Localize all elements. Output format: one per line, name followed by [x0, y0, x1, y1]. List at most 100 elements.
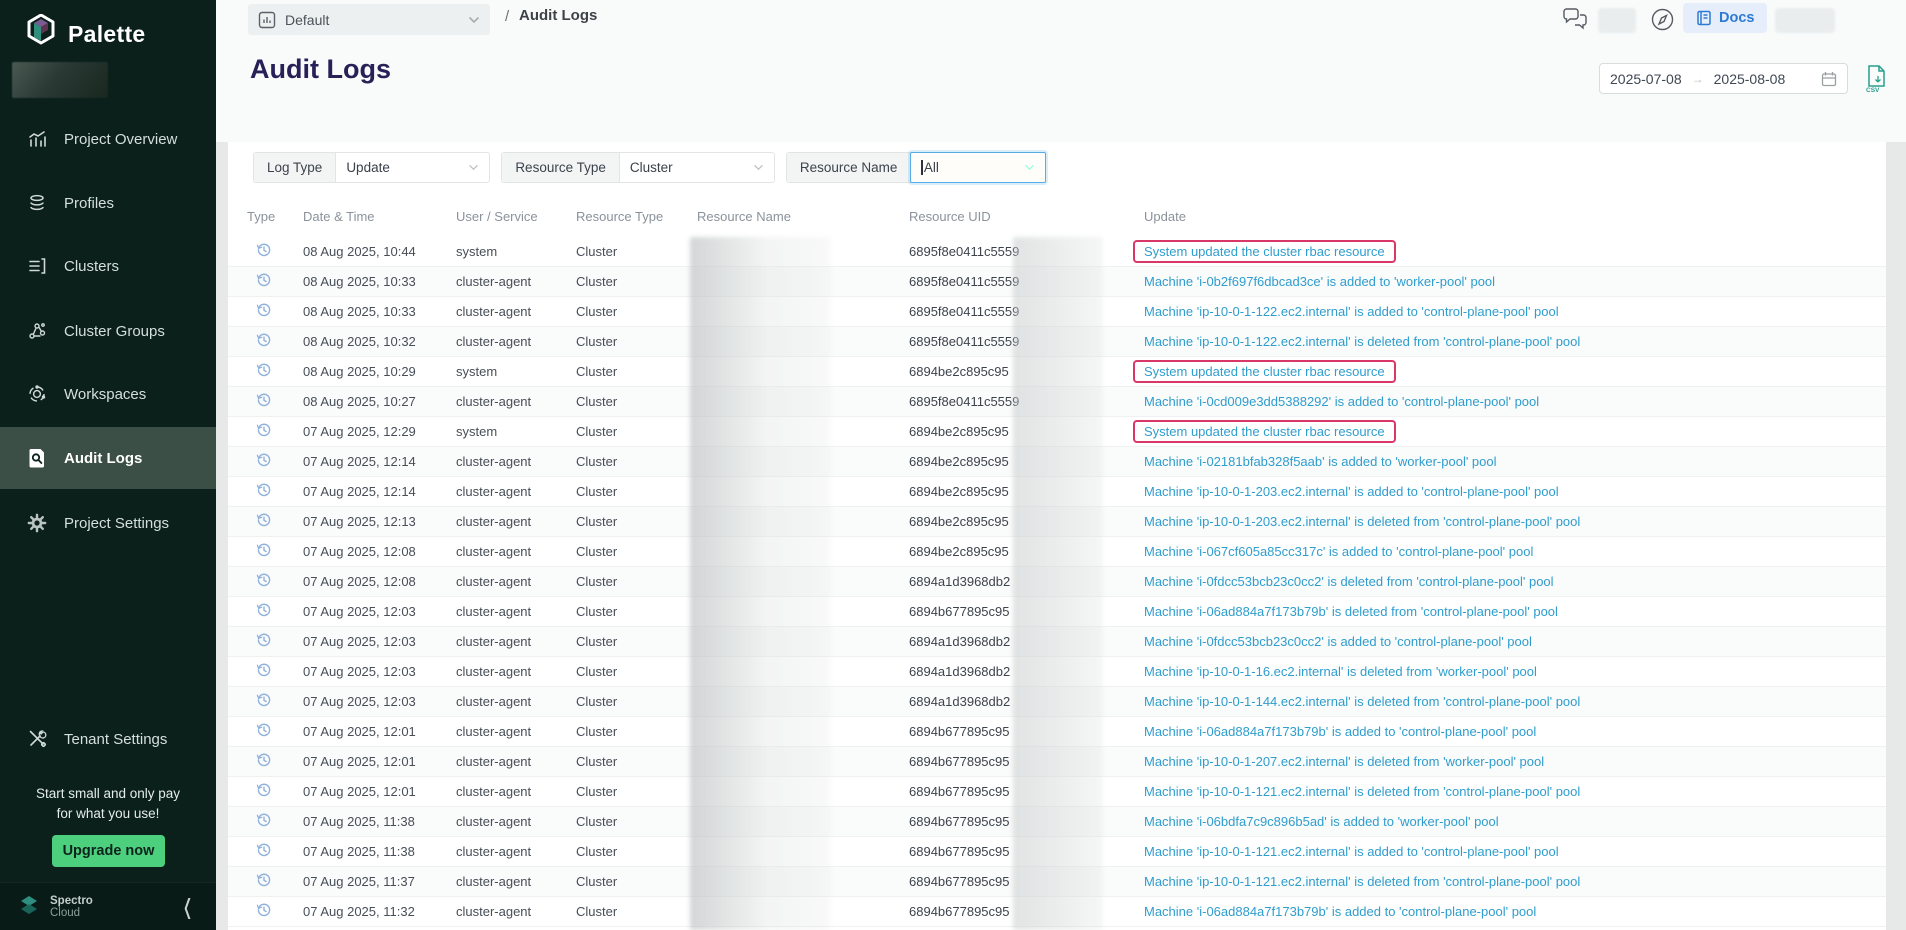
cell-user-service: cluster-agent	[456, 844, 576, 859]
resource-name-value: All	[924, 160, 939, 175]
col-header-resource-uid: Resource UID	[909, 209, 1144, 224]
log-type-label: Log Type	[254, 153, 336, 182]
update-link[interactable]: Machine 'ip-10-0-1-207.ec2.internal' is …	[1144, 754, 1544, 769]
sidebar-item-audit-logs[interactable]: Audit Logs	[0, 427, 216, 489]
network-icon	[26, 320, 48, 342]
upgrade-now-button[interactable]: Upgrade now	[52, 835, 165, 867]
update-link[interactable]: Machine 'ip-10-0-1-121.ec2.internal' is …	[1144, 784, 1580, 799]
update-link[interactable]: Machine 'ip-10-0-1-203.ec2.internal' is …	[1144, 514, 1580, 529]
spectro-cloud-logo-icon	[16, 894, 42, 920]
date-to-value[interactable]: 2025-08-08	[1714, 71, 1786, 87]
update-link[interactable]: Machine 'ip-10-0-1-16.ec2.internal' is d…	[1144, 664, 1537, 679]
cell-datetime: 07 Aug 2025, 12:29	[303, 424, 456, 439]
feedback-chat-icon[interactable]	[1562, 7, 1588, 33]
cell-datetime: 07 Aug 2025, 11:38	[303, 844, 456, 859]
history-icon	[256, 662, 272, 678]
cell-resource-type: Cluster	[576, 574, 697, 589]
sidebar-item-cluster-groups[interactable]: Cluster Groups	[0, 305, 216, 357]
cell-resource-type: Cluster	[576, 634, 697, 649]
resource-type-value: Cluster	[630, 160, 673, 175]
sidebar-item-label: Project Overview	[64, 131, 177, 148]
date-range-picker[interactable]: 2025-07-08 → 2025-08-08	[1599, 63, 1848, 94]
update-link[interactable]: Machine 'i-06ad884a7f173b79b' is added t…	[1144, 724, 1536, 739]
document-search-icon	[26, 447, 48, 469]
update-link[interactable]: Machine 'i-0fdcc53bcb23c0cc2' is deleted…	[1144, 574, 1554, 589]
csv-label: CSV	[1866, 87, 1880, 94]
update-link[interactable]: Machine 'ip-10-0-1-122.ec2.internal' is …	[1144, 304, 1559, 319]
update-link[interactable]: Machine 'ip-10-0-1-203.ec2.internal' is …	[1144, 484, 1559, 499]
update-link[interactable]: Machine 'i-02181bfab328f5aab' is added t…	[1144, 454, 1497, 469]
sidebar-item-project-settings[interactable]: Project Settings	[0, 497, 216, 549]
docs-label: Docs	[1719, 10, 1754, 26]
cell-resource-type: Cluster	[576, 874, 697, 889]
col-header-resource-type: Resource Type	[576, 209, 697, 224]
update-link[interactable]: System updated the cluster rbac resource	[1133, 240, 1396, 263]
cell-resource-type: Cluster	[576, 604, 697, 619]
history-icon	[256, 542, 272, 558]
palette-logo[interactable]: Palette	[24, 14, 146, 54]
cell-resource-type: Cluster	[576, 334, 697, 349]
redacted-project-selector[interactable]	[12, 62, 108, 98]
sidebar-item-workspaces[interactable]: Workspaces	[0, 368, 216, 420]
cell-datetime: 07 Aug 2025, 12:03	[303, 634, 456, 649]
redacted-blur	[1598, 8, 1636, 33]
update-link[interactable]: System updated the cluster rbac resource	[1133, 420, 1396, 443]
sidebar-item-label: Cluster Groups	[64, 323, 165, 340]
resource-type-select[interactable]: Cluster	[620, 153, 774, 182]
footer-brand-line1: Spectro	[50, 895, 93, 907]
update-link[interactable]: Machine 'i-06ad884a7f173b79b' is deleted…	[1144, 604, 1558, 619]
resource-name-select[interactable]: All	[910, 152, 1046, 183]
export-csv-icon[interactable]: CSV	[1862, 64, 1890, 94]
cell-datetime: 08 Aug 2025, 10:27	[303, 394, 456, 409]
sidebar-collapse-button[interactable]: ❬	[181, 894, 194, 919]
update-link[interactable]: Machine 'i-0cd009e3dd5388292' is added t…	[1144, 394, 1539, 409]
cell-user-service: cluster-agent	[456, 304, 576, 319]
promo-text-line1: Start small and only pay	[0, 786, 216, 801]
cell-resource-type: Cluster	[576, 244, 697, 259]
sidebar-item-project-overview[interactable]: Project Overview	[0, 113, 216, 165]
cell-datetime: 07 Aug 2025, 12:03	[303, 664, 456, 679]
log-type-select[interactable]: Update	[336, 153, 489, 182]
cell-user-service: cluster-agent	[456, 544, 576, 559]
date-from-value[interactable]: 2025-07-08	[1610, 71, 1682, 87]
col-header-user-service: User / Service	[456, 209, 576, 224]
breadcrumb-separator: /	[505, 8, 509, 25]
update-link[interactable]: Machine 'ip-10-0-1-121.ec2.internal' is …	[1144, 844, 1559, 859]
cell-datetime: 08 Aug 2025, 10:44	[303, 244, 456, 259]
resource-name-filter: Resource Name All	[786, 152, 1047, 183]
compass-icon[interactable]	[1650, 7, 1676, 33]
sidebar-item-clusters[interactable]: Clusters	[0, 240, 216, 292]
cell-user-service: cluster-agent	[456, 274, 576, 289]
history-icon	[256, 752, 272, 768]
log-type-filter: Log Type Update	[253, 152, 490, 183]
history-icon	[256, 362, 272, 378]
cell-user-service: cluster-agent	[456, 904, 576, 919]
cell-datetime: 08 Aug 2025, 10:29	[303, 364, 456, 379]
docs-button[interactable]: Docs	[1683, 3, 1767, 33]
update-link[interactable]: Machine 'i-0b2f697f6dbcad3ce' is added t…	[1144, 274, 1495, 289]
history-icon	[256, 872, 272, 888]
resource-type-filter: Resource Type Cluster	[501, 152, 775, 183]
project-scope-selector[interactable]: Default	[248, 4, 490, 35]
update-link[interactable]: Machine 'i-06bdfa7c9c896b5ad' is added t…	[1144, 814, 1499, 829]
update-link[interactable]: System updated the cluster rbac resource	[1133, 360, 1396, 383]
bar-chart-icon	[26, 128, 48, 150]
col-header-type: Type	[247, 209, 303, 224]
cell-datetime: 07 Aug 2025, 12:03	[303, 604, 456, 619]
sidebar-item-profiles[interactable]: Profiles	[0, 177, 216, 229]
filter-bar: Log Type Update Resource Type Cluster Re…	[253, 152, 1046, 183]
update-link[interactable]: Machine 'i-06ad884a7f173b79b' is added t…	[1144, 904, 1536, 919]
update-link[interactable]: Machine 'ip-10-0-1-144.ec2.internal' is …	[1144, 694, 1580, 709]
main-area: Default / Audit Logs Docs Audit Logs 202…	[216, 0, 1906, 930]
cell-datetime: 07 Aug 2025, 12:14	[303, 454, 456, 469]
update-link[interactable]: Machine 'ip-10-0-1-121.ec2.internal' is …	[1144, 874, 1580, 889]
cell-resource-type: Cluster	[576, 694, 697, 709]
sidebar-item-tenant-settings[interactable]: Tenant Settings	[0, 713, 216, 765]
update-link[interactable]: Machine 'ip-10-0-1-122.ec2.internal' is …	[1144, 334, 1580, 349]
update-link[interactable]: Machine 'i-067cf605a85cc317c' is added t…	[1144, 544, 1533, 559]
layers-icon	[26, 192, 48, 214]
cell-user-service: system	[456, 424, 576, 439]
sidebar-item-label: Profiles	[64, 195, 114, 212]
update-link[interactable]: Machine 'i-0fdcc53bcb23c0cc2' is added t…	[1144, 634, 1532, 649]
cell-datetime: 07 Aug 2025, 12:01	[303, 724, 456, 739]
